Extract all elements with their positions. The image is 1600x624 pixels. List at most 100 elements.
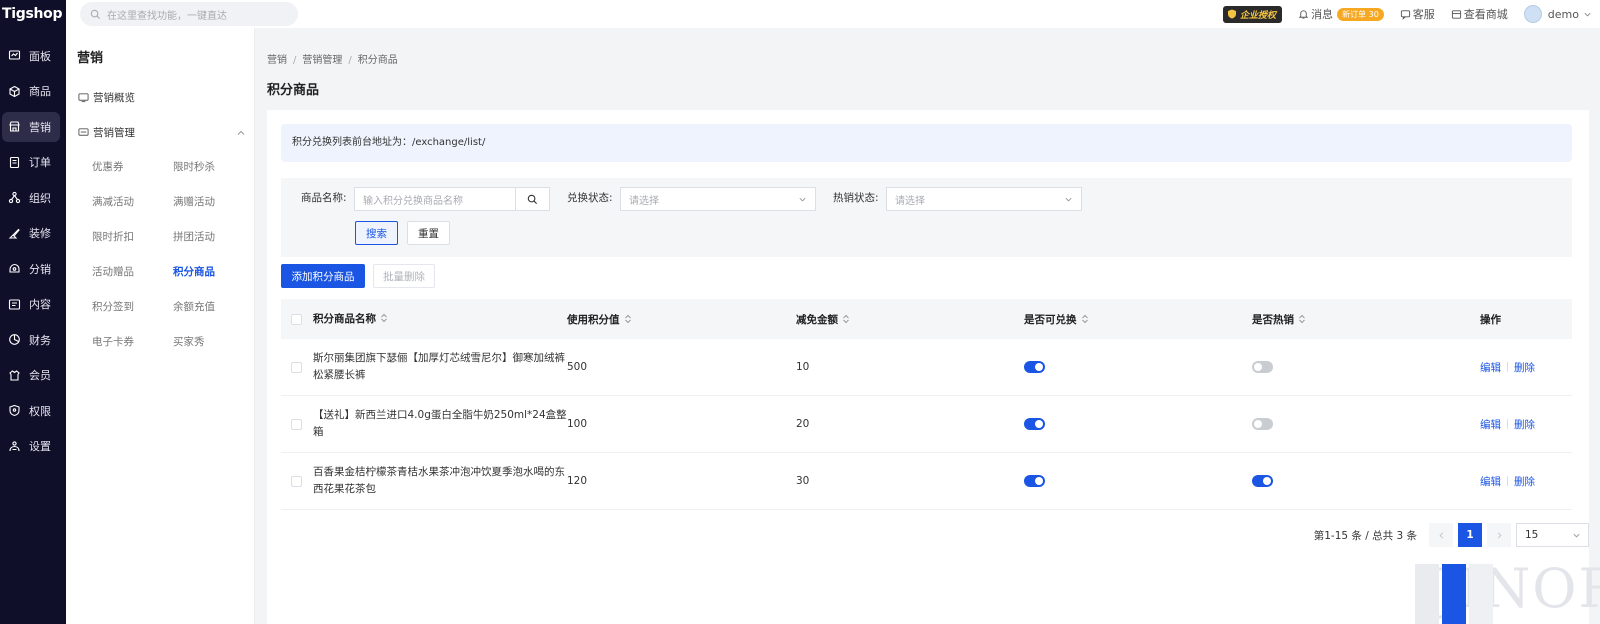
exchange-placeholder: 请选择 [629, 195, 659, 207]
submenu-item[interactable]: 限时折扣 [92, 220, 173, 255]
table-row: 斯尔丽集团旗下瑟俪【加厚灯芯绒雪尼尔】御寒加绒裤松紧腰长裤 500 10 编辑 删除 [281, 339, 1572, 396]
edit-link[interactable]: 编辑 [1480, 476, 1501, 488]
sidebar-item-label: 装修 [29, 227, 51, 241]
enterprise-auth-badge[interactable]: 企业授权 [1223, 5, 1283, 23]
sidebar-item[interactable]: 营销 [0, 109, 66, 145]
sidebar-item[interactable]: 组织 [0, 180, 66, 216]
col-header-points[interactable]: 使用积分值 [567, 312, 796, 327]
breadcrumb-item[interactable]: 营销管理 [302, 55, 342, 66]
col-header-hot[interactable]: 是否热销 [1252, 312, 1480, 327]
pagination: 第1-15 条 / 总共 3 条 1 15 [1314, 523, 1589, 547]
store-label: 查看商城 [1463, 8, 1508, 21]
box-icon [8, 85, 21, 98]
sidebar-item-label: 营销 [29, 120, 51, 134]
sidebar-item[interactable]: 内容 [0, 287, 66, 323]
col-header-discount[interactable]: 减免金额 [796, 312, 1024, 327]
app-logo[interactable]: Tigshop [0, 0, 66, 28]
col-header-exchangeable[interactable]: 是否可兑换 [1024, 312, 1252, 327]
global-search-input[interactable]: 在这里查找功能，一键直达 [80, 2, 298, 26]
sidebar-item-label: 权限 [29, 404, 51, 418]
product-name-input[interactable]: 输入积分兑换商品名称 [354, 187, 516, 211]
exchangeable-toggle[interactable] [1024, 418, 1045, 430]
overview-label: 营销概览 [93, 92, 135, 104]
submenu-item[interactable]: 拼团活动 [173, 220, 254, 255]
breadcrumb: 营销 / 营销管理 / 积分商品 [267, 55, 398, 66]
hot-toggle[interactable] [1252, 361, 1273, 373]
submenu-group-management[interactable]: 营销管理 [66, 115, 254, 150]
hot-status-select[interactable]: 请选择 [886, 187, 1082, 211]
edit-link[interactable]: 编辑 [1480, 362, 1501, 374]
delete-link[interactable]: 删除 [1514, 419, 1535, 431]
watermark-bar [1415, 564, 1439, 624]
table-row: 百香果金桔柠檬茶青桔水果茶冲泡冲饮夏季泡水喝的东西花果花茶包 120 30 编辑 删除 [281, 453, 1572, 510]
sidebar-item-label: 商品 [29, 85, 51, 99]
sidebar-item[interactable]: 会员 [0, 358, 66, 394]
batch-delete-button[interactable]: 批量删除 [373, 264, 435, 288]
row-checkbox[interactable] [291, 475, 302, 487]
page-size-select[interactable]: 15 [1516, 523, 1589, 547]
store-icon [1451, 9, 1461, 19]
new-orders-badge[interactable]: 新订单 30 [1337, 7, 1384, 21]
view-store-button[interactable]: 查看商城 [1451, 6, 1508, 22]
customer-service-button[interactable]: 客服 [1400, 6, 1435, 22]
chevron-down-icon [1573, 533, 1580, 538]
chevron-down-icon [799, 197, 806, 202]
add-points-product-button[interactable]: 添加积分商品 [281, 264, 365, 288]
header-label: 减免金额 [796, 313, 838, 326]
discount-cell: 20 [796, 418, 810, 430]
product-name-cell: 斯尔丽集团旗下瑟俪【加厚灯芯绒雪尼尔】御寒加绒裤松紧腰长裤 [313, 352, 565, 381]
submenu-item[interactable]: 电子卡券 [92, 325, 173, 360]
row-checkbox[interactable] [291, 418, 302, 430]
breadcrumb-item[interactable]: 营销 [267, 55, 287, 66]
sidebar-item[interactable]: 财务 [0, 322, 66, 358]
sidebar-item[interactable]: 订单 [0, 145, 66, 181]
submenu-item[interactable]: 余额充值 [173, 290, 254, 325]
submenu-item[interactable]: 积分商品 [173, 255, 254, 290]
edit-link[interactable]: 编辑 [1480, 419, 1501, 431]
submenu-overview[interactable]: 营销概览 [66, 80, 254, 115]
page-number-button[interactable]: 1 [1458, 523, 1482, 547]
col-header-name[interactable]: 积分商品名称 [313, 311, 567, 328]
chevron-down-icon [1065, 197, 1072, 202]
delete-link[interactable]: 删除 [1514, 362, 1535, 374]
header-actions: 企业授权 消息 新订单 30 客服 查看商城 demo [1223, 0, 1600, 28]
sidebar-item[interactable]: 设置 [0, 429, 66, 465]
sidebar-item[interactable]: 商品 [0, 74, 66, 110]
breadcrumb-item: 积分商品 [357, 55, 398, 66]
exchange-status-select[interactable]: 请选择 [620, 187, 816, 211]
exchangeable-toggle[interactable] [1024, 475, 1045, 487]
sidebar-item-label: 面板 [29, 49, 51, 63]
submenu-item[interactable]: 限时秒杀 [173, 150, 254, 185]
sidebar-item[interactable]: 装修 [0, 216, 66, 252]
next-page-button[interactable] [1487, 523, 1511, 547]
hot-toggle[interactable] [1252, 418, 1273, 430]
select-all-checkbox[interactable] [291, 313, 302, 325]
submenu-item[interactable]: 活动赠品 [92, 255, 173, 290]
sidebar-item[interactable]: 面板 [0, 38, 66, 74]
submenu-item[interactable]: 满减活动 [92, 185, 173, 220]
sort-icon [843, 314, 849, 323]
row-checkbox[interactable] [291, 361, 302, 373]
search-placeholder: 在这里查找功能，一键直达 [107, 10, 227, 22]
content-icon [8, 298, 21, 311]
shield-icon [1228, 9, 1237, 19]
hot-toggle[interactable] [1252, 475, 1273, 487]
delete-link[interactable]: 删除 [1514, 476, 1535, 488]
name-search-button[interactable] [516, 187, 550, 211]
search-icon [527, 194, 538, 204]
search-button[interactable]: 搜索 [355, 221, 398, 245]
messages-button[interactable]: 消息 新订单 30 [1298, 6, 1384, 22]
exchangeable-toggle[interactable] [1024, 361, 1045, 373]
brush-icon [8, 227, 21, 240]
sidebar-item[interactable]: 分销 [0, 251, 66, 287]
submenu-item[interactable]: 优惠券 [92, 150, 173, 185]
discount-cell: 10 [796, 361, 810, 373]
table-header: 积分商品名称 使用积分值 减免金额 是否可兑换 是否热销 操作 [281, 299, 1572, 339]
submenu-item[interactable]: 积分签到 [92, 290, 173, 325]
submenu-item[interactable]: 满赠活动 [173, 185, 254, 220]
user-menu[interactable]: demo [1523, 5, 1592, 23]
prev-page-button[interactable] [1429, 523, 1453, 547]
submenu-item[interactable]: 买家秀 [173, 325, 254, 360]
sidebar-item[interactable]: 权限 [0, 393, 66, 429]
reset-button[interactable]: 重置 [407, 221, 450, 245]
